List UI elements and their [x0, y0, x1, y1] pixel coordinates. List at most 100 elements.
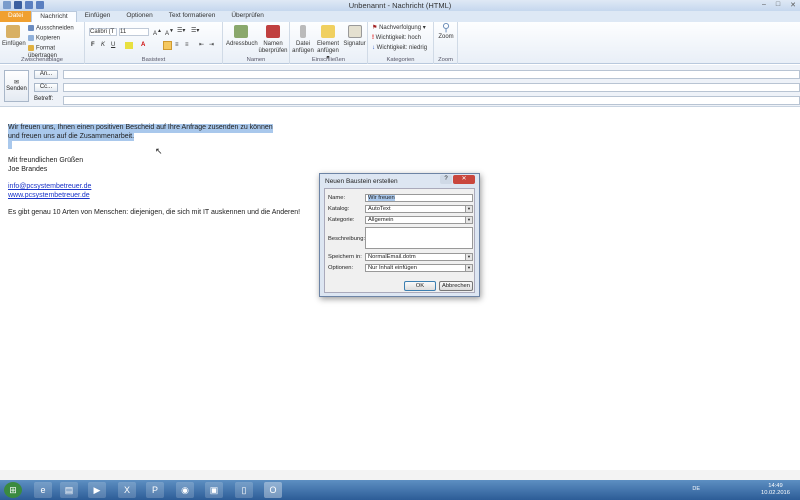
clock[interactable]: 14:49 10.02.2016 — [761, 483, 790, 497]
cc-field[interactable] — [63, 83, 800, 92]
catalog-select[interactable]: AutoText ▼ — [365, 205, 473, 213]
group-label: Zwischenablage — [21, 57, 63, 63]
tab-insert[interactable]: Einfügen — [77, 11, 119, 22]
dropdown-arrow-icon[interactable]: ▼ — [465, 254, 472, 260]
attach-item-label: Element — [316, 41, 339, 47]
help-button[interactable]: ? — [440, 175, 452, 184]
to-button[interactable]: An... — [34, 70, 58, 79]
language-indicator[interactable]: DE — [692, 486, 700, 492]
cancel-button[interactable]: Abbrechen — [439, 281, 473, 291]
dropdown-arrow-icon[interactable]: ▼ — [465, 217, 472, 223]
tab-file[interactable]: Datei — [0, 11, 32, 22]
category-select[interactable]: Allgemein ▼ — [365, 216, 473, 224]
firefox-icon[interactable]: ◉ — [176, 482, 194, 498]
numbering-button[interactable]: ☰▾ — [191, 28, 199, 35]
send-button[interactable]: ✉ Senden — [4, 70, 29, 102]
dialog-close-button[interactable]: ✕ — [453, 175, 475, 184]
bold-button[interactable]: F — [91, 42, 95, 49]
media-player-icon[interactable]: ▶ — [88, 482, 106, 498]
group-label: Basistext — [141, 57, 166, 63]
attach-file-button[interactable]: Datei anfügen — [292, 25, 314, 55]
copy-button[interactable]: Kopieren — [28, 35, 60, 43]
cut-button[interactable]: Ausschneiden — [28, 25, 74, 33]
start-button[interactable]: ⊞ — [4, 482, 22, 498]
options-label: Optionen: — [328, 265, 354, 271]
minimize-button[interactable]: – — [762, 1, 766, 9]
down-arrow-icon: ↓ — [372, 45, 375, 51]
zoom-button[interactable]: ⚲ Zoom — [436, 23, 456, 41]
save-in-value: NormalEmail.dotm — [368, 254, 416, 260]
bullets-button[interactable]: ☰▾ — [177, 28, 185, 35]
cut-label: Ausschneiden — [36, 25, 74, 32]
envelope-icon — [321, 25, 335, 38]
subject-label: Betreff: — [34, 96, 54, 102]
category-label: Kategorie: — [328, 217, 355, 223]
grow-font-button[interactable]: A▲ — [153, 28, 162, 38]
app-icon-2[interactable]: ▯ — [235, 482, 253, 498]
paperclip-icon — [300, 25, 306, 38]
high-importance-button[interactable]: ! Wichtigkeit: hoch — [372, 35, 421, 42]
font-color-button[interactable]: A — [141, 42, 145, 49]
italic-button[interactable]: K — [101, 42, 105, 49]
cc-button[interactable]: Cc... — [34, 83, 58, 92]
check-names-button[interactable]: Namen überprüfen — [257, 25, 289, 55]
publisher-icon[interactable]: P — [146, 482, 164, 498]
group-label: Kategorien — [386, 57, 415, 63]
ie-icon[interactable]: e — [34, 482, 52, 498]
save-in-select[interactable]: NormalEmail.dotm ▼ — [365, 253, 473, 261]
dropdown-arrow-icon[interactable]: ▼ — [465, 265, 472, 271]
group-label: Namen — [246, 57, 266, 63]
decrease-indent-button[interactable]: ⇤ — [199, 42, 204, 49]
shrink-font-button[interactable]: A▼ — [165, 28, 174, 38]
paste-icon — [6, 25, 20, 38]
description-label: Beschreibung: — [328, 236, 366, 242]
align-center-button[interactable]: ≡ — [175, 42, 179, 49]
ok-button[interactable]: OK — [404, 281, 436, 291]
explorer-icon[interactable]: ▤ — [60, 482, 78, 498]
align-left-button[interactable] — [163, 41, 172, 50]
subject-field[interactable] — [63, 96, 800, 105]
ribbon-tabs: Datei Nachricht Einfügen Optionen Text f… — [0, 11, 800, 22]
name-label: Name: — [328, 195, 346, 201]
body-name: Joe Brandes — [8, 166, 48, 173]
tab-format-text[interactable]: Text formatieren — [161, 11, 224, 22]
paste-button[interactable]: Einfügen — [2, 25, 26, 48]
signature-button[interactable]: Signatur — [342, 25, 367, 48]
email-link[interactable]: info@pcsystembetreuer.de — [8, 183, 91, 192]
description-input[interactable] — [365, 227, 473, 249]
excel-icon[interactable]: X — [118, 482, 136, 498]
tab-options[interactable]: Optionen — [118, 11, 160, 22]
dropdown-arrow-icon[interactable]: ▼ — [465, 206, 472, 212]
app-icon[interactable]: ▣ — [205, 482, 223, 498]
outlook-taskbar-icon[interactable]: O — [264, 482, 282, 498]
maximize-button[interactable]: □ — [776, 1, 780, 9]
align-right-button[interactable]: ≡ — [185, 42, 189, 49]
to-field[interactable] — [63, 70, 800, 79]
signature-icon — [347, 25, 362, 38]
time: 14:49 — [768, 483, 783, 489]
group-names: Adressbuch Namen überprüfen Namen — [223, 22, 290, 64]
name-input[interactable]: Wir freuen — [365, 194, 473, 202]
tab-review[interactable]: Überprüfen — [223, 11, 272, 22]
options-select[interactable]: Nur Inhalt einfügen ▼ — [365, 264, 473, 272]
increase-indent-button[interactable]: ⇥ — [209, 42, 214, 49]
font-size-select[interactable]: 11 — [119, 28, 149, 36]
tab-message[interactable]: Nachricht — [31, 11, 77, 22]
low-importance-button[interactable]: ↓ Wichtigkeit: niedrig — [372, 45, 427, 52]
exclamation-icon: ! — [372, 35, 374, 41]
underline-button[interactable]: U — [111, 42, 115, 49]
highlight-button[interactable] — [125, 42, 133, 49]
new-building-block-dialog: Neuen Baustein erstellen ? ✕ Name: Wir f… — [319, 173, 480, 297]
followup-label: Nachverfolgung ▾ — [379, 25, 426, 31]
group-label: Einschließen — [311, 57, 346, 63]
followup-button[interactable]: ⚑ Nachverfolgung ▾ — [372, 25, 426, 32]
close-button[interactable]: ✕ — [790, 1, 796, 9]
signature-label: Signatur — [343, 41, 366, 47]
font-select[interactable]: Calibri (T — [89, 28, 117, 36]
ribbon: Einfügen Ausschneiden Kopieren Format üb… — [0, 22, 800, 64]
group-tags: ⚑ Nachverfolgung ▾ ! Wichtigkeit: hoch ↓… — [368, 22, 434, 64]
web-link[interactable]: www.pcsystembetreuer.de — [8, 192, 90, 201]
group-clipboard: Einfügen Ausschneiden Kopieren Format üb… — [0, 22, 85, 64]
addressbook-button[interactable]: Adressbuch — [226, 25, 258, 48]
copy-label: Kopieren — [36, 35, 61, 42]
